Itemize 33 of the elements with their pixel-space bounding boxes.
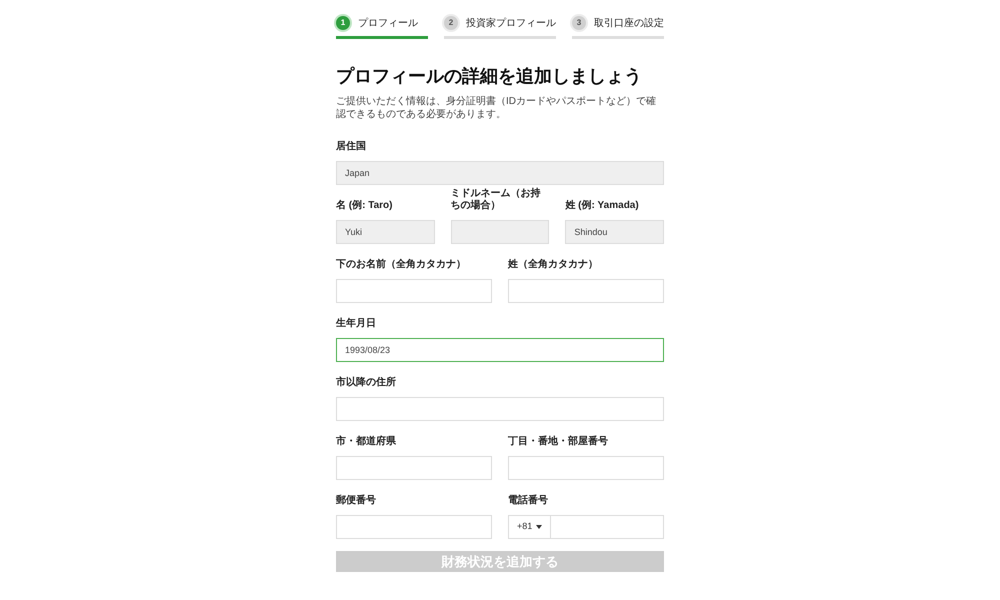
field-label: 姓（全角カタカナ） [508,259,598,271]
input-field[interactable] [508,456,664,480]
field-label: 郵便番号 [336,495,376,507]
step-label: 取引口座の設定 [594,16,664,30]
step-number: 1 [336,16,350,30]
input-field[interactable] [336,515,492,539]
input-field[interactable] [508,279,664,303]
field-label: 名 (例: Taro) [336,200,392,212]
input-field[interactable]: 1993/08/23 [336,338,664,362]
field-label: 姓 (例: Yamada) [565,200,639,212]
page-heading: プロフィールの詳細を追加しましょう [336,65,643,87]
country-code-select[interactable]: +81 [509,516,551,538]
step-tab[interactable]: 2 投資家プロフィール [444,10,556,39]
caret-icon [536,525,542,529]
step-tab[interactable]: 3 取引口座の設定 [572,10,664,39]
input-field[interactable] [336,279,492,303]
field-label: 電話番号 [508,495,548,507]
field-label: 市以降の住所 [336,377,396,389]
field-label: 生年月日 [336,318,376,330]
step-number: 3 [572,16,586,30]
field-label: 居住国 [336,141,366,153]
step-label: 投資家プロフィール [466,16,556,30]
phone-field[interactable]: +81 [508,515,664,539]
field-label: ミドルネーム（お持ちの場合） [450,188,542,212]
input-field[interactable] [336,397,664,421]
description-text: ご提供いただく情報は、身分証明書（IDカードやパスポートなど）で確認できるものである必要があります。 [336,95,657,121]
step-number: 2 [444,16,458,30]
input-field[interactable] [336,456,492,480]
step-label: プロフィール [358,16,418,30]
step-tab[interactable]: 1 プロフィール [336,10,428,39]
field-label: 市・都道府県 [336,436,396,448]
field-label: 丁目・番地・部屋番号 [508,436,608,448]
field-label: 下のお名前（全角カタカナ） [336,259,466,271]
